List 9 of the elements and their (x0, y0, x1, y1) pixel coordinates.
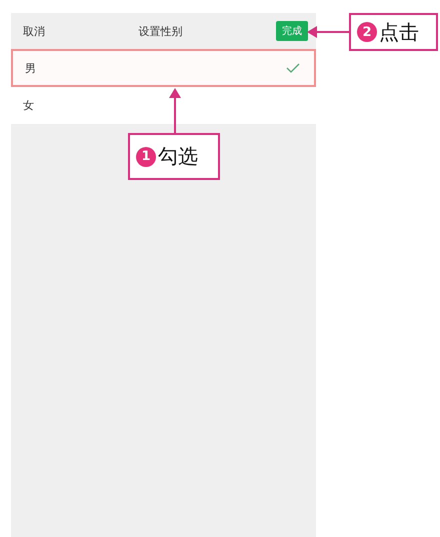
step-number: 1 (136, 146, 156, 166)
cancel-link[interactable]: 取消 (23, 24, 45, 38)
gender-option[interactable]: 女 (11, 87, 316, 125)
check-icon (286, 63, 300, 73)
step-number: 2 (357, 22, 377, 42)
callout-text: 点击 (379, 18, 419, 46)
callout-text: 勾选 (158, 143, 198, 170)
page-title: 设置性别 (138, 24, 182, 38)
gender-option[interactable]: 男 (11, 49, 316, 87)
